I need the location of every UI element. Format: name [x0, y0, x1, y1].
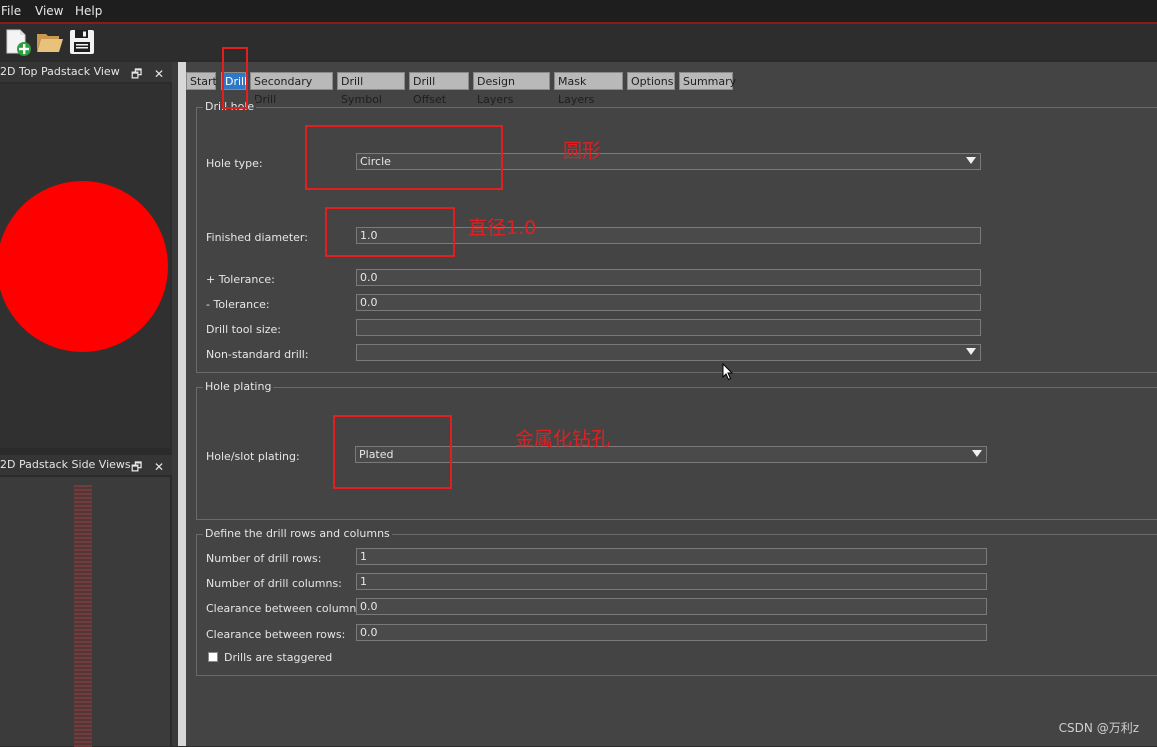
drill-columns-label: Number of drill columns: [206, 577, 342, 590]
annotation-box-hole-type [305, 125, 503, 190]
side-view-title-bar: 2D Padstack Side Views 🗗 ✕ [0, 455, 172, 475]
close-icon[interactable]: ✕ [154, 457, 164, 477]
top-view-title-bar: 2D Top Padstack View 🗗 ✕ [0, 62, 172, 82]
clearance-columns-input[interactable]: 0.0 [356, 598, 987, 615]
float-icon[interactable]: 🗗 [131, 457, 142, 477]
minus-tolerance-label: - Tolerance: [206, 298, 270, 311]
drill-rows-group-title: Define the drill rows and columns [203, 527, 392, 540]
annotation-diameter-text: 直径1.0 [468, 217, 537, 239]
annotation-plated-text: 金属化钻孔 [515, 428, 611, 450]
tab-mask-layers[interactable]: Mask Layers [554, 72, 623, 106]
menu-view[interactable]: View [35, 4, 63, 18]
close-icon[interactable]: ✕ [154, 64, 164, 84]
new-file-icon[interactable] [3, 27, 33, 57]
clearance-columns-label: Clearance between columns: [206, 602, 366, 615]
tab-secondary-drill[interactable]: Secondary Drill [250, 72, 333, 106]
staggered-label: Drills are staggered [224, 651, 333, 664]
drill-columns-input[interactable]: 1 [356, 573, 987, 590]
main-frame-border [178, 62, 186, 746]
annotation-box-drill-tab [222, 47, 248, 109]
drill-tool-size-label: Drill tool size: [206, 323, 282, 336]
annotation-box-plating [333, 415, 452, 489]
non-standard-drill-label: Non-standard drill: [206, 348, 309, 361]
tab-design-layers[interactable]: Design Layers [473, 72, 550, 106]
tab-options[interactable]: Options [627, 72, 675, 90]
menu-file[interactable]: File [1, 4, 21, 18]
hole-plating-group-title: Hole plating [203, 380, 274, 393]
menubar: File View Help [0, 0, 1157, 24]
top-view-canvas [0, 84, 170, 448]
hole-type-label: Hole type: [206, 157, 263, 170]
top-view-title: 2D Top Padstack View [0, 65, 120, 78]
menu-help[interactable]: Help [75, 4, 102, 18]
toolbar [0, 24, 1157, 60]
side-view-canvas [0, 477, 170, 747]
drill-rows-input[interactable]: 1 [356, 548, 987, 565]
drill-barrel-shape [74, 485, 92, 747]
side-view-panel: 2D Padstack Side Views 🗗 ✕ [0, 455, 172, 747]
annotation-circle-text: 圆形 [563, 140, 602, 162]
staggered-checkbox[interactable] [208, 652, 218, 662]
hole-slot-plating-label: Hole/slot plating: [206, 450, 300, 463]
tab-summary[interactable]: Summary [679, 72, 736, 90]
watermark: CSDN @万利z [1058, 721, 1139, 735]
chevron-down-icon [972, 450, 982, 457]
open-folder-icon[interactable] [35, 27, 65, 57]
drill-tool-size-input[interactable] [356, 319, 981, 336]
tab-start[interactable]: Start [186, 72, 217, 90]
chevron-down-icon [966, 348, 976, 355]
finished-diameter-label: Finished diameter: [206, 231, 308, 244]
non-standard-drill-select[interactable] [356, 344, 981, 361]
float-icon[interactable]: 🗗 [131, 64, 142, 84]
tab-drill-offset[interactable]: Drill Offset [409, 72, 469, 106]
clearance-rows-label: Clearance between rows: [206, 628, 346, 641]
pad-circle-shape [0, 181, 168, 352]
minus-tolerance-input[interactable]: 0.0 [356, 294, 981, 311]
plus-tolerance-label: + Tolerance: [206, 273, 275, 286]
mouse-cursor-icon [722, 363, 734, 381]
top-view-panel: 2D Top Padstack View 🗗 ✕ [0, 62, 172, 448]
save-disk-icon[interactable] [67, 27, 97, 57]
side-view-title: 2D Padstack Side Views [0, 458, 131, 471]
clearance-rows-input[interactable]: 0.0 [356, 624, 987, 641]
chevron-down-icon [966, 157, 976, 164]
annotation-box-diameter [325, 207, 455, 257]
drill-rows-label: Number of drill rows: [206, 552, 322, 565]
plus-tolerance-input[interactable]: 0.0 [356, 269, 981, 286]
tab-drill-symbol[interactable]: Drill Symbol [337, 72, 405, 106]
